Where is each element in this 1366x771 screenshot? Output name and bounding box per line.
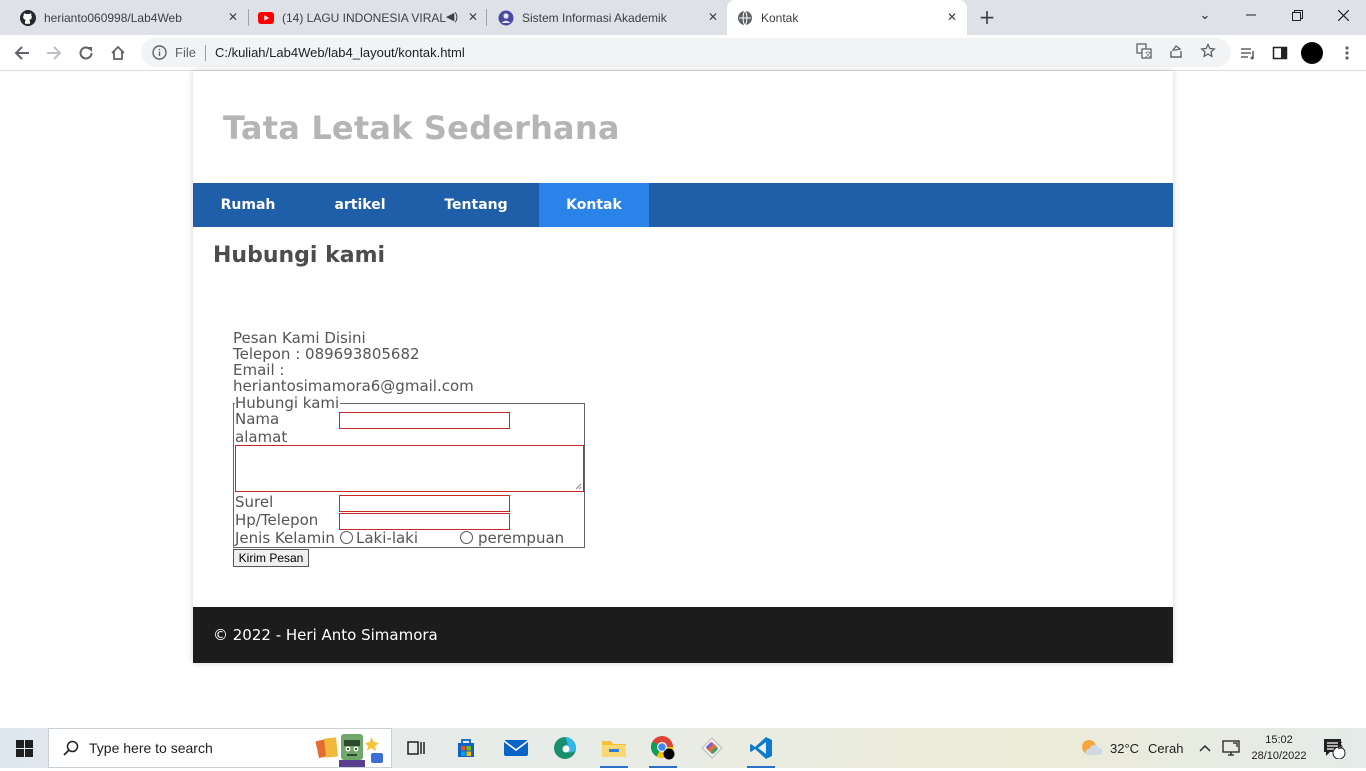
close-icon[interactable]: ✕	[945, 10, 959, 24]
gender-radio-female[interactable]	[460, 531, 473, 544]
footer-text: © 2022 - Heri Anto Simamora	[213, 626, 438, 644]
tab-akademik[interactable]: Sistem Informasi Akademik ✕	[478, 0, 728, 35]
site-container: Tata Letak Sederhana Rumah artikel Tenta…	[193, 71, 1173, 663]
reload-icon[interactable]	[73, 40, 99, 66]
menu-kebab-icon[interactable]	[1334, 40, 1360, 66]
phone-label: Hp/Telepon	[235, 511, 319, 529]
github-icon	[20, 9, 36, 26]
microsoft-store-icon[interactable]	[446, 732, 486, 764]
contact-email-label: Email :	[233, 361, 285, 379]
name-input[interactable]	[339, 412, 510, 429]
tab-search-icon[interactable]: ⌄	[1182, 0, 1228, 30]
contact-phone: Telepon : 089693805682	[233, 345, 420, 363]
main-nav: Rumah artikel Tentang Kontak	[193, 183, 1173, 227]
site-footer: © 2022 - Heri Anto Simamora	[193, 607, 1173, 663]
nav-item-kontak[interactable]: Kontak	[539, 183, 649, 227]
contact-email: heriantosimamora6@gmail.com	[233, 377, 474, 395]
reading-list-icon[interactable]	[1235, 40, 1261, 66]
translate-icon[interactable]: 文	[1134, 41, 1154, 61]
weather-sun-cloud-icon	[1080, 738, 1102, 758]
page-viewport: Tata Letak Sederhana Rumah artikel Tenta…	[0, 71, 1366, 728]
contact-info: Pesan Kami Disini Telepon : 089693805682…	[233, 330, 474, 394]
tab-strip: herianto060998/Lab4Web ✕ (14) LAGU INDON…	[0, 0, 1366, 35]
contact-heading: Pesan Kami Disini	[233, 329, 366, 347]
svg-text:文: 文	[1145, 50, 1152, 59]
task-view-icon[interactable]	[396, 732, 436, 764]
url-text[interactable]: C:/kuliah/Lab4Web/lab4_layout/kontak.htm…	[215, 45, 465, 60]
address-divider	[204, 44, 206, 61]
system-clock[interactable]: 15:02 28/10/2022	[1248, 732, 1310, 764]
section-title: Hubungi kami	[213, 243, 386, 268]
clock-time: 15:02	[1265, 734, 1293, 746]
edge-icon[interactable]	[545, 732, 585, 764]
info-icon[interactable]	[151, 45, 167, 61]
youtube-icon	[258, 10, 274, 26]
profile-avatar[interactable]	[1299, 40, 1325, 66]
phone-input[interactable]	[339, 513, 510, 530]
mail-icon[interactable]	[496, 732, 536, 764]
nav-item-rumah[interactable]: Rumah	[193, 183, 303, 227]
new-tab-button[interactable]: +	[976, 6, 998, 28]
git-tool-icon[interactable]	[692, 732, 732, 764]
vscode-icon[interactable]	[741, 732, 781, 768]
site-title: Tata Letak Sederhana	[223, 109, 620, 147]
tab-kontak[interactable]: Kontak ✕	[727, 0, 967, 35]
speaker-icon[interactable]: ◀︎)	[446, 10, 458, 23]
notification-count: 5	[1337, 741, 1343, 752]
email-label: Surel	[235, 493, 274, 511]
clock-date: 28/10/2022	[1251, 750, 1307, 762]
file-explorer-icon[interactable]	[594, 732, 634, 768]
notification-icon[interactable]: 5	[1322, 728, 1346, 768]
gender-radio-male[interactable]	[340, 531, 353, 544]
name-label: Nama	[235, 410, 280, 428]
side-panel-icon[interactable]	[1267, 40, 1293, 66]
address-textarea[interactable]	[235, 445, 584, 492]
chevron-up-icon[interactable]	[1198, 728, 1212, 768]
back-icon[interactable]	[9, 40, 35, 66]
globe-icon	[737, 10, 753, 26]
taskbar-search[interactable]: Type here to search	[48, 728, 392, 768]
gender-option-female: perempuan	[478, 529, 565, 547]
weather-temp: 32°C	[1110, 740, 1140, 756]
bookmark-star-icon[interactable]	[1198, 41, 1218, 61]
address-label: alamat	[235, 428, 288, 446]
submit-button[interactable]: Kirim Pesan	[233, 549, 309, 567]
weather-widget[interactable]: 32°C Cerah	[1080, 728, 1183, 768]
minimize-button[interactable]	[1228, 0, 1274, 30]
nav-item-artikel[interactable]: artikel	[303, 183, 417, 227]
gender-label: Jenis Kelamin	[235, 529, 335, 547]
chrome-icon[interactable]	[643, 732, 683, 768]
tab-title: (14) LAGU INDONESIA VIRAL	[282, 10, 446, 25]
share-icon[interactable]	[1166, 41, 1186, 61]
display-icon[interactable]	[1222, 728, 1240, 768]
tab-github[interactable]: herianto060998/Lab4Web ✕	[0, 0, 248, 35]
university-icon	[498, 10, 514, 26]
taskbar: Type here to search 32°C Cerah 15:02 28/…	[0, 728, 1366, 768]
tab-title: Kontak	[761, 10, 799, 25]
gender-option-male: Laki-laki	[356, 529, 419, 547]
browser-toolbar: File C:/kuliah/Lab4Web/lab4_layout/konta…	[0, 35, 1366, 71]
home-icon[interactable]	[105, 40, 131, 66]
restore-button[interactable]	[1274, 0, 1320, 30]
tab-title: herianto060998/Lab4Web	[44, 10, 182, 25]
close-icon[interactable]: ✕	[706, 10, 720, 24]
search-icon	[63, 740, 79, 756]
search-highlight-image	[313, 731, 389, 771]
search-placeholder: Type here to search	[89, 740, 213, 756]
scheme-label: File	[175, 45, 196, 60]
tab-youtube[interactable]: (14) LAGU INDONESIA VIRAL ◀︎) ✕	[238, 0, 488, 35]
weather-condition: Cerah	[1148, 740, 1184, 756]
form-legend: Hubungi kami	[235, 394, 341, 412]
address-bar[interactable]: File C:/kuliah/Lab4Web/lab4_layout/konta…	[141, 38, 1231, 67]
forward-icon[interactable]	[41, 40, 67, 66]
email-input[interactable]	[339, 495, 510, 512]
nav-item-tentang[interactable]: Tentang	[417, 183, 535, 227]
close-window-button[interactable]	[1320, 0, 1366, 30]
tab-title: Sistem Informasi Akademik	[522, 10, 667, 25]
windows-start-icon[interactable]	[0, 728, 48, 768]
